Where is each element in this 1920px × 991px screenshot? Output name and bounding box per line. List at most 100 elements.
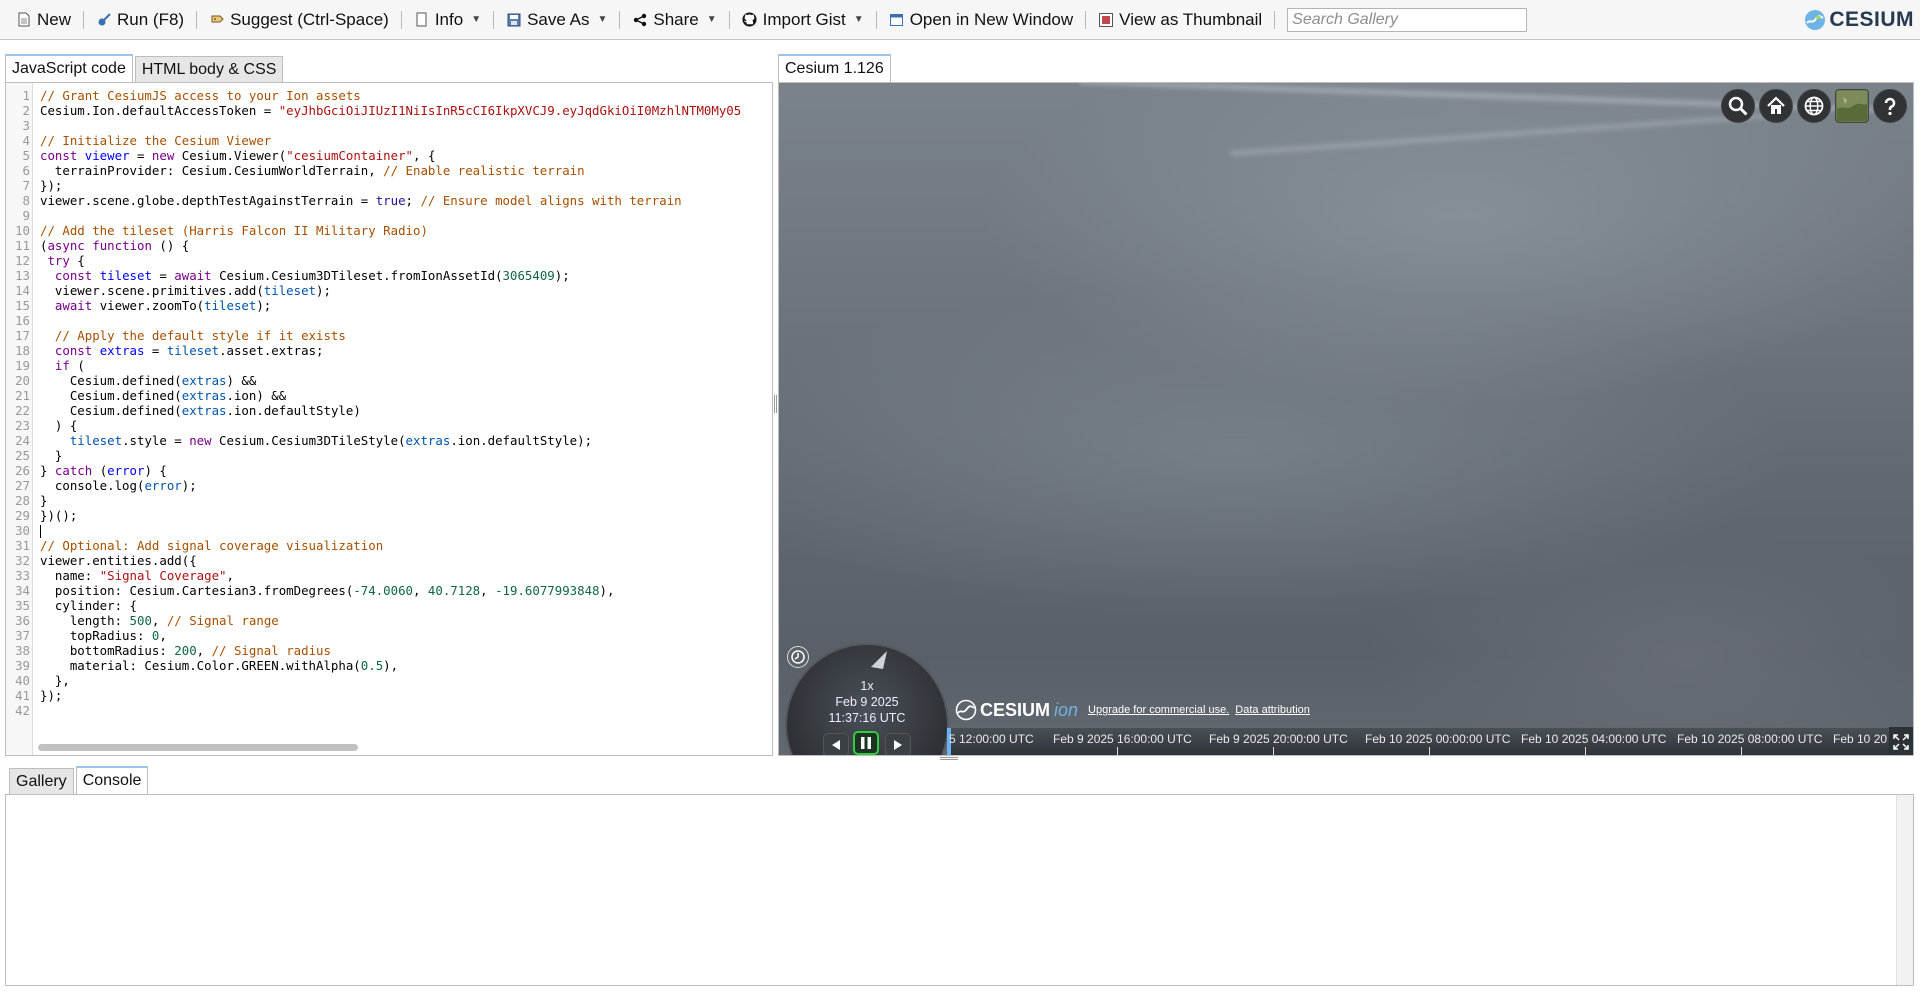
code-line[interactable]: 7}); bbox=[6, 178, 772, 193]
line-text: await viewer.zoomTo(tileset); bbox=[33, 298, 271, 313]
code-line[interactable]: 32 viewer.entities.add({ bbox=[6, 553, 772, 568]
code-line[interactable]: 37 topRadius: 0, bbox=[6, 628, 772, 643]
shuttle-ring-pointer-icon[interactable] bbox=[867, 647, 891, 671]
code-token: Cesium.defined( bbox=[40, 373, 182, 388]
geocoder-search-button[interactable] bbox=[1721, 89, 1755, 123]
code-editor[interactable]: 1 // Grant CesiumJS access to your Ion as… bbox=[5, 82, 773, 756]
window-icon bbox=[889, 12, 905, 28]
home-button[interactable] bbox=[1759, 89, 1793, 123]
code-line[interactable]: 13 const tileset = await Cesium.Cesium3D… bbox=[6, 268, 772, 283]
code-line[interactable]: 19 if ( bbox=[6, 358, 772, 373]
code-line[interactable]: 41}); bbox=[6, 688, 772, 703]
code-line[interactable]: 6 terrainProvider: Cesium.CesiumWorldTer… bbox=[6, 163, 772, 178]
code-line[interactable]: 31 // Optional: Add signal coverage visua… bbox=[6, 538, 772, 553]
code-line[interactable]: 33 name: "Signal Coverage", bbox=[6, 568, 772, 583]
play-forward-button[interactable] bbox=[885, 733, 911, 755]
vertical-splitter[interactable] bbox=[774, 395, 777, 413]
code-token: 40.7128 bbox=[427, 583, 481, 598]
run-button[interactable]: Run (F8) bbox=[90, 6, 190, 34]
fullscreen-button[interactable] bbox=[1889, 727, 1913, 755]
code-line[interactable]: 10 // Add the tileset (Harris Falcon II M… bbox=[6, 223, 772, 238]
code-line[interactable]: 8 viewer.scene.globe.depthTestAgainstTerr… bbox=[6, 193, 772, 208]
line-text bbox=[33, 313, 40, 328]
help-button[interactable] bbox=[1873, 89, 1907, 123]
code-line[interactable]: 12 try { bbox=[6, 253, 772, 268]
new-button[interactable]: New bbox=[10, 6, 77, 34]
code-line[interactable]: 21 Cesium.defined(extras.ion) && bbox=[6, 388, 772, 403]
code-line[interactable]: 16 bbox=[6, 313, 772, 328]
line-text: }, bbox=[33, 673, 70, 688]
timeline[interactable]: 5 12:00:00 UTC Feb 9 2025 16:00:00 UTC Feb… bbox=[947, 727, 1891, 755]
tab-html-body-css[interactable]: HTML body & CSS bbox=[134, 56, 284, 82]
view-thumbnail-button[interactable]: View as Thumbnail bbox=[1092, 6, 1268, 34]
search-gallery-input[interactable] bbox=[1287, 7, 1528, 32]
code-line[interactable]: 9 bbox=[6, 208, 772, 223]
code-line[interactable]: 28} bbox=[6, 493, 772, 508]
code-line[interactable]: 42 bbox=[6, 703, 772, 718]
tab-cesium-viewer[interactable]: Cesium 1.126 bbox=[778, 54, 891, 82]
console-panel[interactable] bbox=[5, 794, 1914, 986]
tab-javascript-code[interactable]: JavaScript code bbox=[5, 54, 133, 82]
timeline-tick bbox=[1117, 747, 1118, 755]
code-line[interactable]: 15 await viewer.zoomTo(tileset); bbox=[6, 298, 772, 313]
tab-gallery[interactable]: Gallery bbox=[9, 768, 74, 794]
line-number: 42 bbox=[15, 703, 30, 718]
code-line[interactable]: 14 viewer.scene.primitives.add(tileset); bbox=[6, 283, 772, 298]
code-token: .ion.defaultStyle); bbox=[450, 433, 593, 448]
tab-console[interactable]: Console bbox=[75, 766, 149, 794]
cesium-viewer[interactable]: 1x Feb 9 2025 11:37:16 UTC CESIUM ion Up… bbox=[778, 82, 1914, 756]
upgrade-link[interactable]: Upgrade for commercial use. bbox=[1088, 704, 1229, 716]
realtime-clock-button[interactable] bbox=[787, 646, 809, 668]
code-line[interactable]: 29})(); bbox=[6, 508, 772, 523]
save-as-button[interactable]: Save As ▼ bbox=[500, 6, 613, 34]
code-line[interactable]: 25 } bbox=[6, 448, 772, 463]
info-button[interactable]: Info ▼ bbox=[408, 6, 487, 34]
cesium-logo: CESIUM bbox=[1804, 8, 1914, 32]
code-token: "Signal Coverage" bbox=[99, 568, 227, 583]
code-line[interactable]: 24 tileset.style = new Cesium.Cesium3DTi… bbox=[6, 433, 772, 448]
suggest-button[interactable]: Suggest (Ctrl-Space) bbox=[203, 6, 395, 34]
play-reverse-button[interactable] bbox=[823, 733, 849, 755]
code-token: catch bbox=[54, 463, 100, 478]
share-button[interactable]: Share ▼ bbox=[626, 6, 722, 34]
code-line[interactable]: 30 bbox=[6, 523, 772, 538]
toolbar-divider bbox=[196, 10, 198, 29]
code-line[interactable]: 34 position: Cesium.Cartesian3.fromDegre… bbox=[6, 583, 772, 598]
scene-mode-button[interactable] bbox=[1797, 89, 1831, 123]
import-gist-button[interactable]: Import Gist ▼ bbox=[736, 6, 870, 34]
vertical-scrollbar[interactable] bbox=[1896, 795, 1913, 985]
code-line[interactable]: 11 (async function () { bbox=[6, 238, 772, 253]
document-icon bbox=[16, 12, 32, 28]
code-line[interactable]: 23 ) { bbox=[6, 418, 772, 433]
code-line[interactable]: 26} catch (error) { bbox=[6, 463, 772, 478]
code-line[interactable]: 35 cylinder: { bbox=[6, 598, 772, 613]
code-line[interactable]: 3 bbox=[6, 118, 772, 133]
data-attribution-link[interactable]: Data attribution bbox=[1235, 704, 1310, 716]
code-line[interactable]: 38 bottomRadius: 200, // Signal radius bbox=[6, 643, 772, 658]
base-layer-picker-button[interactable] bbox=[1835, 89, 1869, 123]
code-line[interactable]: 39 material: Cesium.Color.GREEN.withAlph… bbox=[6, 658, 772, 673]
open-new-window-button[interactable]: Open in New Window bbox=[883, 6, 1079, 34]
code-token: error bbox=[144, 478, 182, 493]
code-line[interactable]: 40 }, bbox=[6, 673, 772, 688]
code-line[interactable]: 1 // Grant CesiumJS access to your Ion as… bbox=[6, 88, 772, 103]
pause-button[interactable] bbox=[853, 731, 879, 755]
code-line[interactable]: 4 // Initialize the Cesium Viewer bbox=[6, 133, 772, 148]
code-line[interactable]: 22 Cesium.defined(extras.ion.defaultStyl… bbox=[6, 403, 772, 418]
code-line[interactable]: 27 console.log(error); bbox=[6, 478, 772, 493]
code-line[interactable]: 18 const extras = tileset.asset.extras; bbox=[6, 343, 772, 358]
code-token: .asset.extras; bbox=[219, 343, 324, 358]
code-line[interactable]: 2 Cesium.Ion.defaultAccessToken = "eyJhbG… bbox=[6, 103, 772, 118]
animation-widget[interactable]: 1x Feb 9 2025 11:37:16 UTC bbox=[785, 643, 949, 755]
code-line[interactable]: 5 const viewer = new Cesium.Viewer("cesiu… bbox=[6, 148, 772, 163]
horizontal-splitter[interactable] bbox=[940, 757, 958, 760]
horizontal-scrollbar[interactable] bbox=[38, 744, 358, 751]
code-line[interactable]: 36 length: 500, // Signal range bbox=[6, 613, 772, 628]
code-line[interactable]: 17 // Apply the default style if it exis… bbox=[6, 328, 772, 343]
code-line[interactable]: 20 Cesium.defined(extras) && bbox=[6, 373, 772, 388]
code-token: 500 bbox=[129, 613, 152, 628]
code-token: Cesium.Ion.defaultAccessToken = bbox=[40, 103, 279, 118]
line-text: cylinder: { bbox=[33, 598, 137, 613]
code-token: position: Cesium.Cartesian3.fromDegrees( bbox=[40, 583, 354, 598]
code-content[interactable]: 1 // Grant CesiumJS access to your Ion as… bbox=[6, 88, 772, 718]
